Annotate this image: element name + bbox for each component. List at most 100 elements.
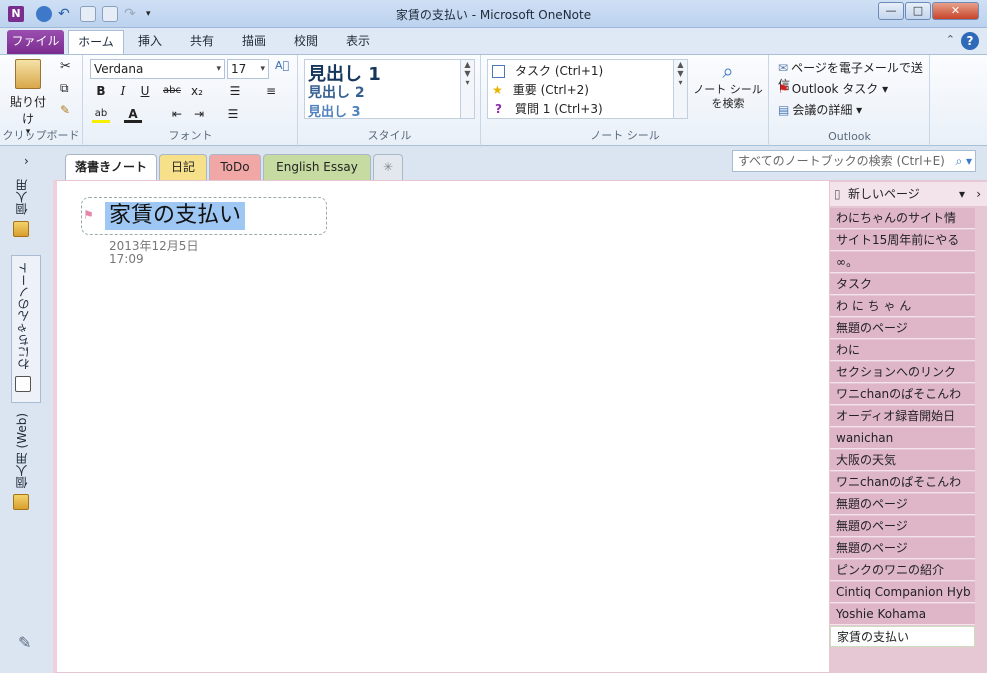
search-input[interactable]: すべてのノートブックの検索 (Ctrl+E) ⌕ ▾ — [732, 150, 976, 172]
search-icon[interactable]: ⌕ ▾ — [955, 151, 972, 171]
italic-button[interactable]: I — [114, 82, 132, 100]
page-list-item[interactable]: ワニchanのぱそこんわ — [830, 384, 975, 405]
find-tags-button[interactable]: ⌕ ノート シールを検索 — [692, 59, 764, 111]
page-list-item[interactable]: セクションへのリンク — [830, 362, 975, 383]
page-list-item[interactable]: わにちゃんのサイト情 — [830, 208, 975, 229]
ribbon-home: 貼り付け ▾ ✂ ⧉ ✎ クリップボード Verdana ▾ 17 ▾ A⃠ B I… — [0, 54, 987, 147]
meeting-details-button[interactable]: ▤ 会議の詳細 ▾ — [778, 101, 862, 118]
tab-insert[interactable]: 挿入 — [128, 30, 172, 54]
page-list-item[interactable]: わに — [830, 340, 975, 361]
ribbon-tabs: ファイル ホーム 挿入 共有 描画 校閲 表示 ⌃ ? — [0, 28, 987, 54]
question-icon: ? — [495, 102, 502, 116]
window-title: 家賃の支払い - Microsoft OneNote — [395, 8, 592, 22]
page-list-item[interactable]: わ に ち ゃ ん — [830, 296, 975, 317]
close-button[interactable]: ✕ — [932, 2, 979, 20]
styles-gallery-scroll[interactable]: ▲ ▼ ▾ — [460, 60, 474, 118]
page-canvas[interactable]: ⚑ 家賃の支払い 2013年12月5日 17:09 — [53, 180, 830, 673]
clear-formatting-icon[interactable]: A⃠ — [275, 59, 289, 72]
new-page-button[interactable]: ▯ 新しいページ ▾ › — [830, 182, 987, 206]
cut-icon[interactable]: ✂ — [60, 59, 71, 74]
page-list-item[interactable]: 家賃の支払い — [830, 626, 975, 647]
copy-icon[interactable]: ⧉ — [60, 81, 69, 96]
page-list-item[interactable]: ∞。 — [830, 252, 975, 273]
expand-notebooks-icon[interactable]: › — [24, 154, 29, 168]
page-list-item[interactable]: 無題のページ — [830, 538, 975, 559]
page-title[interactable]: 家賃の支払い — [105, 202, 246, 230]
notebook-personal[interactable]: 個人用 — [13, 179, 43, 237]
subscript-button[interactable]: x₂ — [188, 82, 206, 100]
tab-review[interactable]: 校閲 — [284, 30, 328, 54]
flag-icon: ⚑ — [778, 82, 789, 96]
bullets-icon[interactable]: ☰ — [226, 82, 244, 100]
page-list-item[interactable]: Yoshie Kohama — [830, 604, 975, 625]
new-page-dropdown-icon[interactable]: ▾ — [959, 182, 965, 206]
font-family-select[interactable]: Verdana ▾ — [90, 59, 225, 79]
page-list-item[interactable]: タスク — [830, 274, 975, 295]
page-list-item[interactable]: ワニchanのぱそこんわ — [830, 472, 975, 493]
meeting-icon: ▤ — [778, 103, 790, 117]
page-list-item[interactable]: 無題のページ — [830, 516, 975, 537]
increase-indent-icon[interactable]: ⇥ — [190, 105, 208, 123]
notebook-wani[interactable]: わにちゃんのノート — [11, 255, 41, 403]
section-tabs: 落書きノート 日記 ToDo English Essay ✳ すべてのノートブッ… — [53, 147, 987, 180]
section-tab-english-essay[interactable]: English Essay — [263, 154, 371, 180]
page-list-item[interactable]: ピンクのワニの紹介 — [830, 560, 975, 581]
font-group-label: フォント — [168, 129, 213, 142]
collapse-pagelist-icon[interactable]: › — [976, 182, 981, 206]
section-tab-todo[interactable]: ToDo — [209, 154, 261, 180]
style-heading-2[interactable]: 見出し 2 — [308, 82, 365, 102]
decrease-indent-icon[interactable]: ⇤ — [168, 105, 186, 123]
outlook-group-label: Outlook — [828, 130, 871, 143]
underline-button[interactable]: U — [136, 82, 154, 100]
minimize-button[interactable]: — — [878, 2, 904, 20]
font-group: Verdana ▾ 17 ▾ A⃠ B I U abc x₂ ☰ ≡ ab A ⇤ … — [84, 55, 298, 147]
clipboard-group: 貼り付け ▾ ✂ ⧉ ✎ クリップボード — [0, 55, 83, 147]
notebook-icon — [13, 494, 29, 511]
unfiled-notes-icon[interactable]: ✎ — [18, 633, 31, 652]
tag-task[interactable]: タスク (Ctrl+1) — [492, 62, 603, 79]
find-tags-icon: ⌕ — [722, 59, 734, 83]
tab-draw[interactable]: 描画 — [232, 30, 276, 54]
page-list-item[interactable]: サイト15周年前にやる — [830, 230, 975, 251]
section-tab-scribble[interactable]: 落書きノート — [65, 154, 157, 180]
collapse-ribbon-icon[interactable]: ⌃ — [946, 33, 955, 46]
font-size-select[interactable]: 17 ▾ — [227, 59, 269, 79]
notebook-pane: › 個人用 わにちゃんのノート 個人用 (Web) ✎ — [0, 147, 53, 673]
page-list-item[interactable]: wanichan — [830, 428, 975, 449]
tab-file[interactable]: ファイル — [7, 30, 64, 54]
help-icon[interactable]: ? — [961, 32, 979, 50]
style-heading-3[interactable]: 見出し 3 — [308, 101, 361, 120]
bold-button[interactable]: B — [92, 82, 110, 100]
tags-gallery-scroll[interactable]: ▲ ▼ ▾ — [673, 60, 687, 118]
tags-gallery[interactable]: タスク (Ctrl+1) ★ 重要 (Ctrl+2) ? 質問 1 (Ctrl+3)… — [487, 59, 688, 119]
notebook-personal-web[interactable]: 個人用 (Web) — [13, 413, 43, 511]
notebook-icon — [15, 376, 31, 392]
page-list-item[interactable]: オーディオ録音開始日 — [830, 406, 975, 427]
tab-view[interactable]: 表示 — [336, 30, 380, 54]
font-color-icon[interactable]: A — [124, 105, 142, 123]
notebook-icon — [13, 221, 29, 237]
outlook-task-button[interactable]: ⚑ Outlook タスク ▾ — [778, 80, 888, 97]
strikethrough-button[interactable]: abc — [160, 82, 184, 100]
new-page-icon: ▯ — [834, 187, 841, 201]
page-list-item[interactable]: Cintiq Companion Hyb — [830, 582, 975, 603]
paste-button[interactable]: 貼り付け ▾ — [8, 59, 48, 137]
tag-important[interactable]: ★ 重要 (Ctrl+2) — [492, 81, 589, 98]
align-icon[interactable]: ☰ — [224, 105, 242, 123]
new-section-tab[interactable]: ✳ — [373, 154, 403, 180]
page-list-item[interactable]: 無題のページ — [830, 318, 975, 339]
maximize-button[interactable]: □ — [905, 2, 931, 20]
tab-share[interactable]: 共有 — [180, 30, 224, 54]
page-list-item[interactable]: 無題のページ — [830, 494, 975, 515]
checkbox-icon — [492, 65, 505, 78]
section-tab-diary[interactable]: 日記 — [159, 154, 207, 180]
tags-group-label: ノート シール — [590, 129, 660, 142]
tag-question[interactable]: ? 質問 1 (Ctrl+3) — [492, 100, 603, 117]
format-painter-icon[interactable]: ✎ — [60, 103, 70, 117]
highlight-icon[interactable]: ab — [92, 105, 110, 123]
numbering-icon[interactable]: ≡ — [262, 82, 280, 100]
tab-home[interactable]: ホーム — [68, 30, 124, 54]
page-time: 17:09 — [109, 252, 144, 266]
styles-gallery[interactable]: 見出し 1 見出し 2 見出し 3 ▲ ▼ ▾ — [304, 59, 475, 120]
page-list-item[interactable]: 大阪の天気 — [830, 450, 975, 471]
